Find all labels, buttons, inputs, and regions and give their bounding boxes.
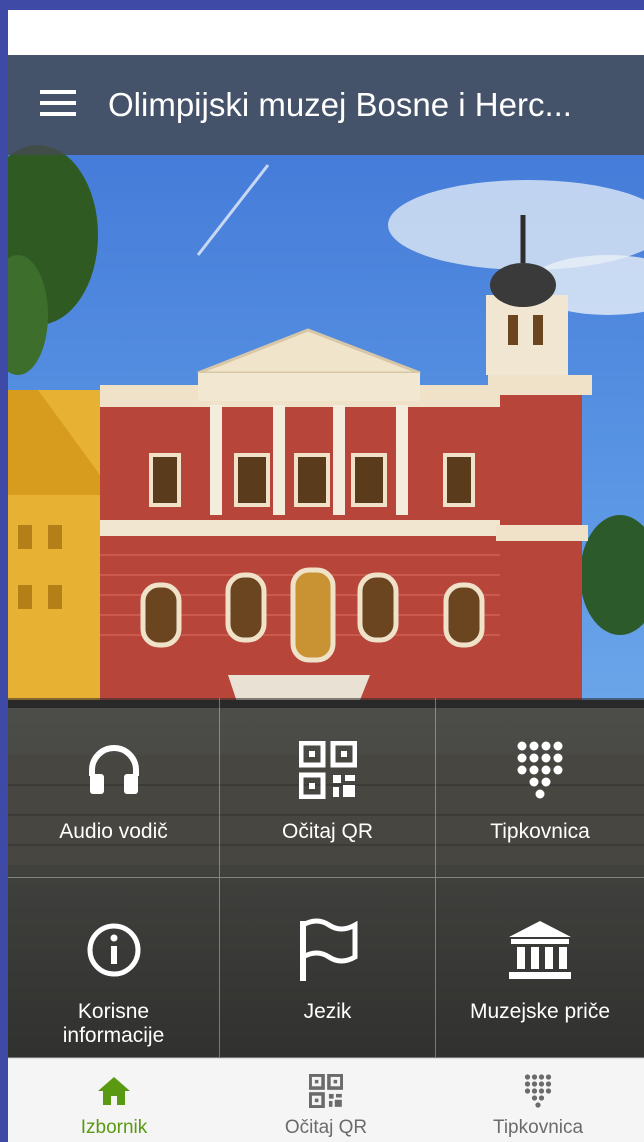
nav-item-keypad[interactable]: Tipkovnica bbox=[432, 1059, 644, 1142]
nav-item-menu[interactable]: Izbornik bbox=[8, 1059, 220, 1142]
tile-label: Audio vodič bbox=[59, 820, 168, 843]
tile-label: Jezik bbox=[303, 1000, 352, 1023]
tile-keypad[interactable]: Tipkovnica bbox=[436, 698, 644, 878]
nav-label: Izbornik bbox=[80, 1117, 148, 1138]
app-screen: Olimpijski muzej Bosne i Herc... Audio v… bbox=[8, 10, 644, 1142]
headphones-icon bbox=[86, 736, 142, 804]
tile-label: Tipkovnica bbox=[490, 820, 590, 843]
tile-label: Muzejske priče bbox=[469, 1000, 611, 1023]
keypad-icon bbox=[524, 1073, 552, 1109]
bottom-navigation: Izbornik Očitaj QR Tipkovnica bbox=[8, 1058, 644, 1142]
nav-label: Tipkovnica bbox=[492, 1117, 584, 1138]
nav-label: Očitaj QR bbox=[284, 1117, 368, 1138]
keypad-icon bbox=[516, 736, 564, 804]
tile-label: Očitaj QR bbox=[281, 820, 373, 843]
app-title: Olimpijski muzej Bosne i Herc... bbox=[108, 86, 572, 123]
hamburger-menu-icon bbox=[40, 89, 76, 121]
flag-icon bbox=[297, 916, 359, 984]
main-menu-grid: Audio vodič Očitaj QR Tipkovnica Korisne… bbox=[8, 698, 644, 1058]
tile-label: Korisne informacije bbox=[62, 1000, 165, 1047]
tile-useful-info[interactable]: Korisne informacije bbox=[8, 878, 220, 1058]
tile-audio-guide[interactable]: Audio vodič bbox=[8, 698, 220, 878]
info-icon bbox=[86, 916, 142, 984]
menu-button[interactable] bbox=[8, 55, 108, 155]
tile-scan-qr[interactable]: Očitaj QR bbox=[220, 698, 436, 878]
status-bar bbox=[8, 10, 644, 55]
tile-language[interactable]: Jezik bbox=[220, 878, 436, 1058]
nav-item-scan-qr[interactable]: Očitaj QR bbox=[220, 1059, 432, 1142]
qr-code-icon bbox=[298, 736, 357, 804]
tile-museum-stories[interactable]: Muzejske priče bbox=[436, 878, 644, 1058]
museum-icon bbox=[507, 916, 573, 984]
qr-code-icon bbox=[309, 1073, 343, 1109]
app-bar: Olimpijski muzej Bosne i Herc... bbox=[8, 55, 644, 155]
home-icon bbox=[97, 1073, 131, 1109]
